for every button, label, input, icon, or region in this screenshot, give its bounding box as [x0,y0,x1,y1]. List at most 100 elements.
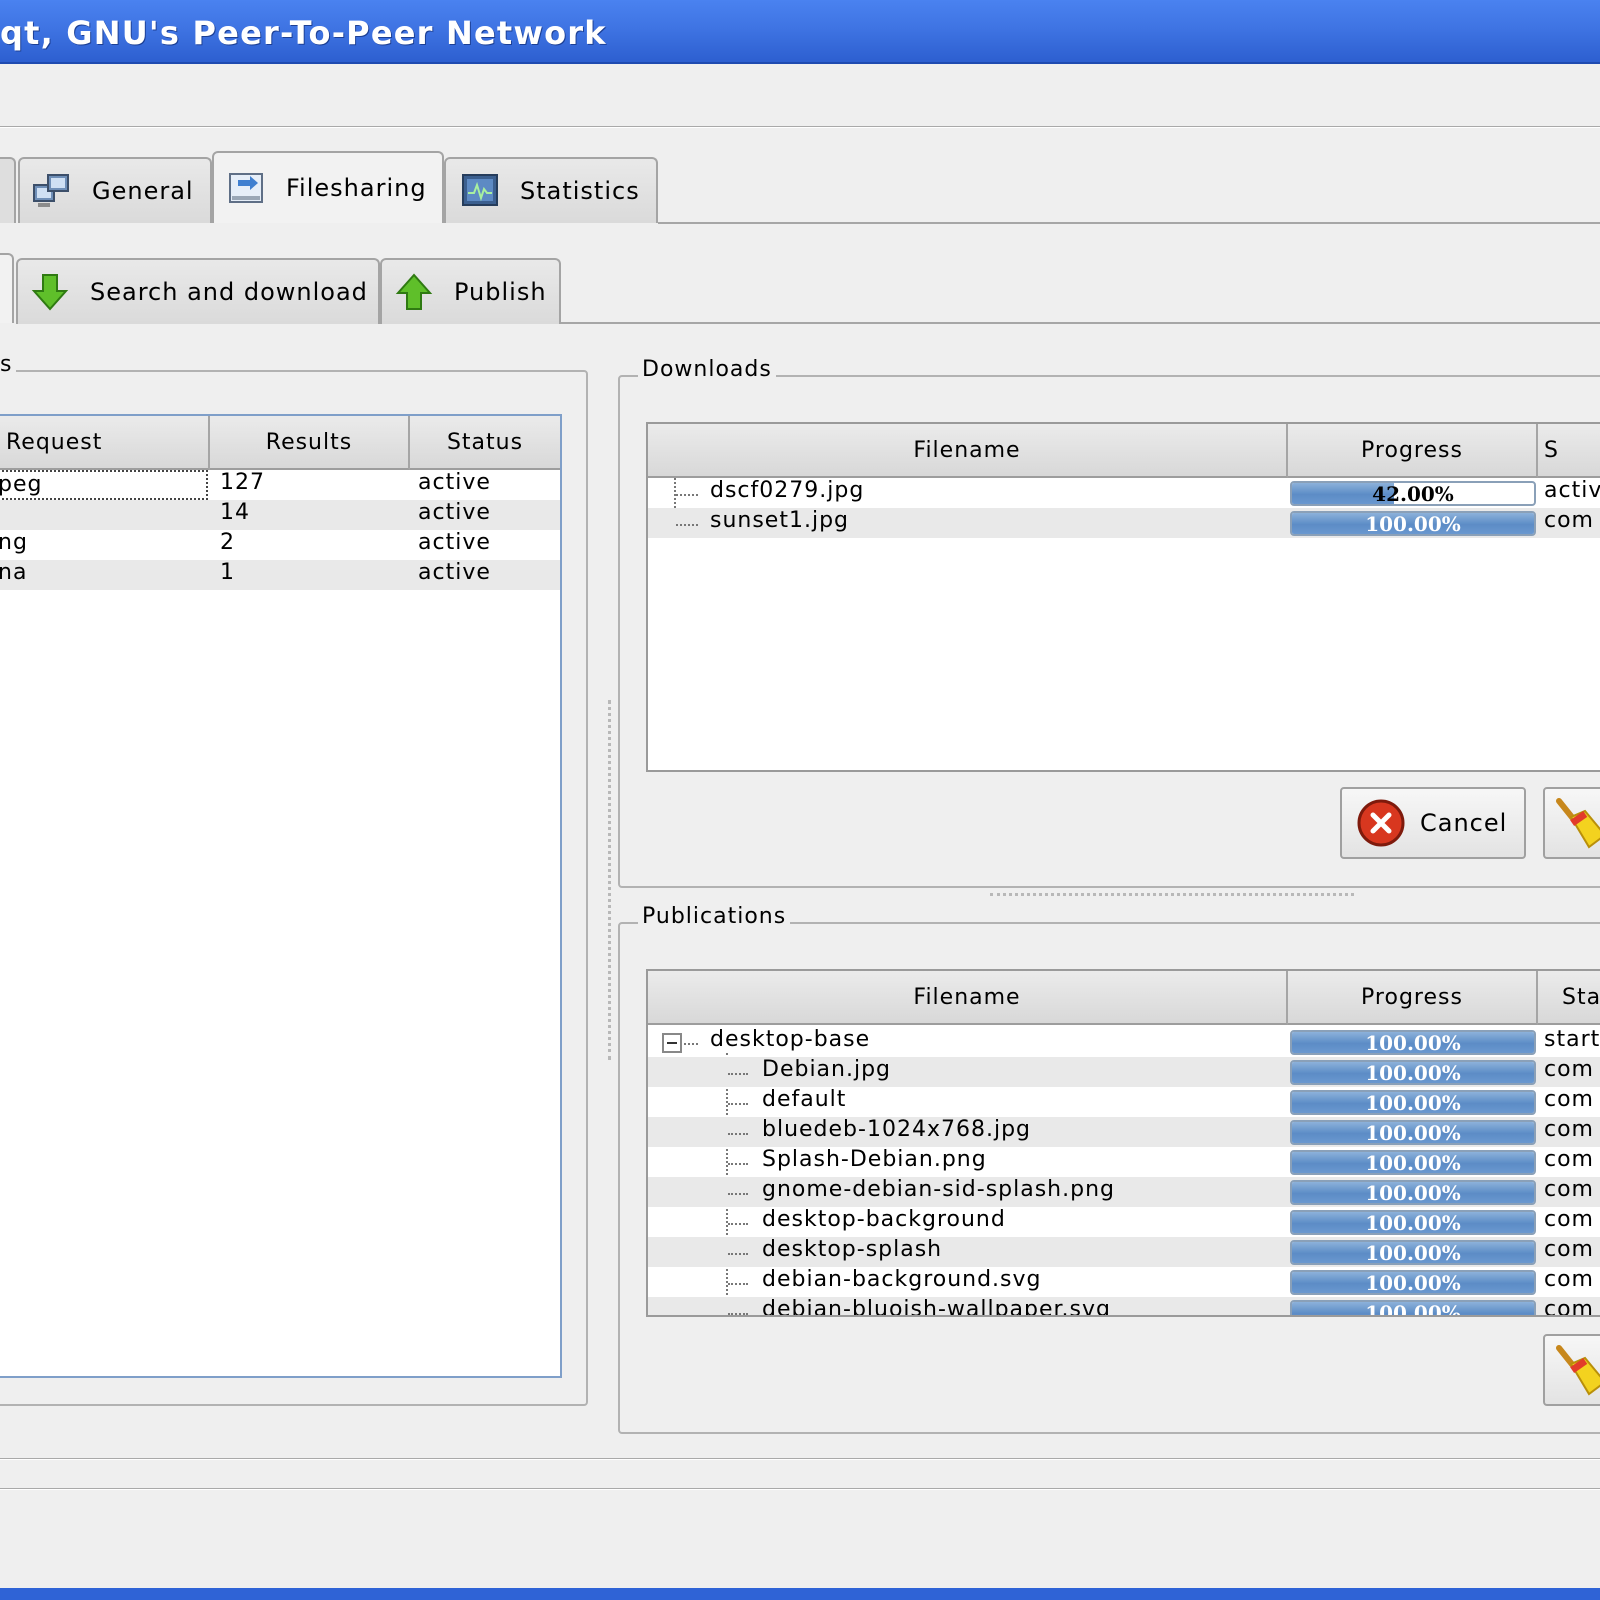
publication-progress-bar: 100.00% [1290,1060,1536,1085]
tree-branch [728,1283,748,1285]
vertical-splitter-handle[interactable] [608,700,612,1060]
publication-row[interactable]: default 100.00% com [648,1087,1600,1117]
statistics-monitor-icon [462,174,498,206]
column-header-status[interactable]: S [1538,424,1600,478]
publication-progress-bar: 100.00% [1290,1210,1536,1235]
search-row[interactable]: peg 127 active [0,470,560,500]
progress-text: 100.00% [1365,1031,1461,1055]
tab-filesharing[interactable]: Filesharing [212,151,444,223]
publication-status: com [1544,1087,1594,1112]
column-header-filename[interactable]: Filename [648,971,1288,1025]
horizontal-splitter-handle[interactable] [990,893,1354,897]
search-status: active [418,560,491,585]
publication-filename: Debian.jpg [762,1057,892,1082]
publication-progress-bar: 100.00% [1290,1180,1536,1205]
tree-branch [728,1253,748,1255]
tab-statistics[interactable]: Statistics [444,157,658,223]
publication-progress-bar: 100.00% [1290,1090,1536,1115]
publication-status: com [1544,1267,1594,1292]
network-computers-icon [33,174,69,207]
progress-text: 100.00% [1365,512,1461,536]
green-up-arrow-icon [395,273,433,310]
publication-row[interactable]: gnome-debian-sid-splash.png 100.00% com [648,1177,1600,1207]
column-header-filename[interactable]: Filename [648,424,1288,478]
publication-status: com [1544,1207,1594,1232]
publication-progress-bar: 100.00% [1290,1270,1536,1295]
download-row[interactable]: dscf0279.jpg 42.00% activ [648,478,1600,508]
subtab-label: Publish [454,278,547,306]
progress-text: 100.00% [1365,1091,1461,1115]
publication-filename: debian-background.svg [762,1267,1042,1292]
search-request: ng [0,530,28,555]
progress-text: 42.00% [1372,482,1454,506]
search-results: 127 [220,470,265,495]
tree-branch [728,1223,748,1225]
subtab-publish[interactable]: Publish [380,258,561,324]
publication-status: com [1544,1117,1594,1142]
download-row[interactable]: sunset1.jpg 100.00% com [648,508,1600,538]
column-header-request[interactable]: Request [0,416,210,470]
publication-status: com [1544,1237,1594,1262]
publications-group-title: Publications [638,904,791,929]
publication-filename: desktop-splash [762,1237,943,1262]
search-request-text: peg [0,472,43,497]
publications-table[interactable]: Filename Progress Sta desktop-base 100.00… [646,969,1600,1317]
tree-branch [728,1073,748,1075]
publication-row[interactable]: debian-background.svg 100.00% com [648,1267,1600,1297]
search-row[interactable]: na 1 active [0,560,560,590]
publication-row[interactable]: desktop-base 100.00% start [648,1027,1600,1057]
downloads-table[interactable]: Filename Progress S dscf0279.jpg 42.00% … [646,422,1600,772]
tab-bar-line [658,222,1600,224]
clear-downloads-button[interactable] [1543,787,1600,859]
statusbar-separator [0,1488,1600,1490]
download-status: activ [1544,478,1600,503]
publication-row[interactable]: Debian.jpg 100.00% com [648,1057,1600,1087]
publication-filename: Splash-Debian.png [762,1147,987,1172]
publication-row[interactable]: debian-bluoish-wallpaper.svg 100.00% com [648,1297,1600,1317]
title-bar[interactable]: qt, GNU's Peer-To-Peer Network [0,0,1600,64]
clear-publications-button[interactable] [1543,1334,1600,1406]
column-header-status[interactable]: Sta [1538,971,1600,1025]
progress-text: 100.00% [1365,1121,1461,1145]
search-status: active [418,500,491,525]
publication-filename: debian-bluoish-wallpaper.svg [762,1297,1111,1317]
search-row[interactable]: ng 2 active [0,530,560,560]
publication-row[interactable]: desktop-splash 100.00% com [648,1237,1600,1267]
progress-text: 100.00% [1365,1271,1461,1295]
green-down-arrow-icon [31,274,69,311]
publication-progress-bar: 100.00% [1290,1150,1536,1175]
publication-status: com [1544,1057,1594,1082]
tree-branch [676,494,698,496]
search-status: active [418,530,491,555]
tab-hidden-left[interactable] [0,157,16,223]
column-header-progress[interactable]: Progress [1288,424,1538,478]
publication-row[interactable]: desktop-background 100.00% com [648,1207,1600,1237]
searches-table[interactable]: Request Results Status peg 127 active 14… [0,414,562,1378]
tree-branch [684,1043,698,1045]
collapse-toggle-icon[interactable] [662,1033,682,1053]
publication-filename: gnome-debian-sid-splash.png [762,1177,1115,1202]
publication-row[interactable]: bluedeb-1024x768.jpg 100.00% com [648,1117,1600,1147]
publication-filename: desktop-background [762,1207,1006,1232]
column-header-progress[interactable]: Progress [1288,971,1538,1025]
publication-status: com [1544,1147,1594,1172]
publication-filename: desktop-base [710,1027,871,1052]
search-row[interactable]: 14 active [0,500,560,530]
column-header-status[interactable]: Status [410,416,560,470]
publication-row[interactable]: Splash-Debian.png 100.00% com [648,1147,1600,1177]
subtab-search-and-download[interactable]: Search and download [16,258,380,324]
subtab-bar-line [561,322,1600,324]
broom-icon [1556,798,1600,849]
searches-group-title: s [0,352,17,377]
search-status: active [418,470,491,495]
progress-text: 100.00% [1365,1241,1461,1265]
window-title: qt, GNU's Peer-To-Peer Network [0,14,607,52]
column-header-results[interactable]: Results [210,416,410,470]
publication-progress-bar: 100.00% [1290,1030,1536,1055]
cancel-button[interactable]: Cancel [1340,787,1526,859]
subtab-hidden-left[interactable] [0,253,14,323]
tree-branch [728,1133,748,1135]
publication-progress-bar: 100.00% [1290,1120,1536,1145]
cancel-icon [1357,799,1405,847]
tab-general[interactable]: General [18,157,212,223]
